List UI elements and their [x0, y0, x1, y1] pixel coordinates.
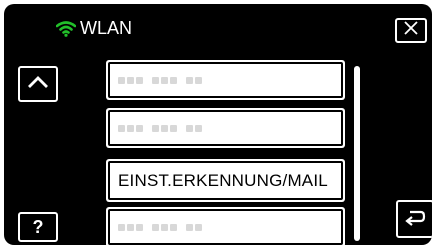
scrollbar[interactable] — [354, 66, 360, 241]
list-item[interactable] — [106, 60, 345, 100]
list-item-label: EINST.ERKENNUNG/MAIL — [118, 170, 328, 190]
placeholder-text — [118, 76, 208, 84]
header: WLAN — [56, 18, 132, 39]
scroll-up-button[interactable] — [18, 66, 58, 102]
list-item-detection-mail[interactable]: EINST.ERKENNUNG/MAIL — [106, 159, 345, 202]
list-item[interactable] — [106, 108, 345, 148]
help-button[interactable]: ? — [18, 212, 58, 242]
back-button[interactable] — [396, 200, 432, 238]
page-title: WLAN — [80, 18, 133, 38]
placeholder-text — [118, 124, 208, 132]
placeholder-text — [118, 223, 208, 231]
list-item[interactable] — [106, 207, 345, 245]
camera-menu-screen: WLAN ? EINST.ERKENNUNG/MAIL — [4, 4, 432, 245]
return-icon — [404, 208, 426, 231]
chevron-up-icon — [27, 75, 49, 94]
close-button[interactable] — [395, 18, 427, 43]
help-label: ? — [32, 216, 44, 237]
close-icon — [404, 21, 418, 40]
wifi-icon — [56, 20, 76, 37]
